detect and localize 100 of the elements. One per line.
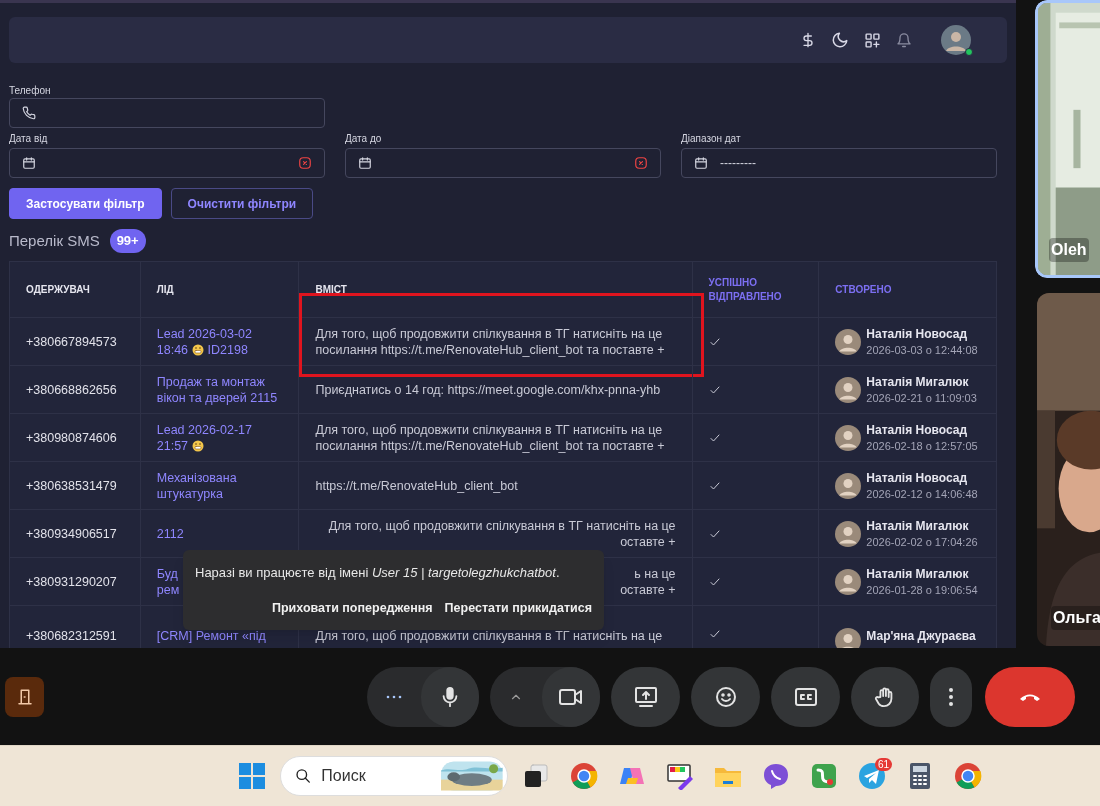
clear-filters-button[interactable]: Очистити фільтри bbox=[170, 188, 314, 219]
created-date: 2026-02-02 о 17:04:26 bbox=[866, 534, 978, 550]
message-text: ь на це оставте + bbox=[620, 565, 676, 598]
bell-icon[interactable] bbox=[896, 31, 912, 49]
lead-link[interactable]: [CRM] Ремонт «під bbox=[156, 628, 266, 644]
lead-link[interactable]: Lead 2026-02-17 21:57 bbox=[156, 421, 283, 454]
phone-number: +380931290207 bbox=[26, 573, 117, 590]
search-bar[interactable]: Поиск bbox=[280, 756, 508, 796]
camera-icon bbox=[558, 686, 584, 708]
created-date: 2026-03-03 о 12:44:08 bbox=[866, 342, 978, 358]
author-name: Наталія Новосад bbox=[866, 469, 969, 486]
avatar-icon bbox=[835, 520, 862, 547]
phone-icon bbox=[22, 106, 36, 120]
author-name: Наталія Новосад bbox=[866, 325, 969, 342]
author-name: Наталія Мигалюк bbox=[866, 565, 970, 582]
participant-name: Oleh bbox=[1049, 238, 1089, 262]
phone-number: +380668862656 bbox=[26, 381, 117, 398]
date-field[interactable] bbox=[345, 148, 661, 178]
moon-icon[interactable] bbox=[831, 31, 849, 49]
lead-link[interactable]: Механізована штукатурка bbox=[156, 469, 283, 502]
toast-message: Наразі ви працюєте від імені User 15 | targetolegzhukchatbot. bbox=[195, 564, 561, 582]
lead-link[interactable]: Lead 2026-03-02 18:46 ID2198 bbox=[156, 325, 283, 358]
raise-hand-button[interactable] bbox=[851, 667, 919, 727]
door-icon bbox=[15, 688, 34, 706]
camera-button[interactable] bbox=[542, 667, 600, 727]
notification-badge: 61 bbox=[874, 758, 892, 771]
column-header[interactable]: ВМІСТ bbox=[315, 282, 347, 297]
lead-link[interactable]: 2112 bbox=[156, 525, 184, 542]
column-header[interactable]: УСПІШНО ВІДПРАВЛЕНО bbox=[708, 275, 803, 304]
field-label: Діапазон дат bbox=[681, 132, 742, 145]
clear-icon[interactable] bbox=[298, 156, 312, 170]
telegram-button[interactable]: 61 bbox=[852, 756, 892, 796]
apply-filter-button[interactable]: Застосувати фільтр bbox=[9, 188, 162, 219]
date-range-value: --------- bbox=[720, 155, 756, 172]
route-map-icon bbox=[810, 762, 838, 790]
paint-palette-icon bbox=[666, 762, 694, 790]
participant-name: Ольга bbox=[1051, 606, 1100, 630]
author-name: Наталія Новосад bbox=[866, 421, 969, 438]
meeting-info-button[interactable] bbox=[5, 677, 44, 717]
message-text: https://t.me/RenovateHub_client_bot bbox=[315, 477, 518, 494]
lead-link[interactable]: Продаж та монтаж вікон та дверей 2115 bbox=[156, 373, 283, 406]
phone-number: +380682312591 bbox=[26, 628, 117, 644]
end-call-button[interactable] bbox=[985, 667, 1075, 727]
windows-logo-icon bbox=[238, 762, 266, 790]
lead-link[interactable]: Буд рем bbox=[156, 565, 180, 598]
message-text: Для того, щоб продовжити спілкування в ТГ натисніть на це bbox=[315, 628, 663, 644]
phone-field[interactable] bbox=[9, 98, 325, 128]
phone-number: +380667894573 bbox=[26, 333, 117, 350]
message-text: Для того, щоб продовжити спілкування в ТГ натисніть на це оставте + bbox=[328, 517, 676, 550]
captions-icon bbox=[793, 687, 818, 707]
present-button[interactable] bbox=[611, 667, 680, 727]
field-label: Дата до bbox=[345, 132, 383, 145]
count-badge: 99+ bbox=[109, 229, 146, 253]
toast-action-button[interactable]: Перестати прикидатися bbox=[444, 598, 592, 618]
column-header[interactable]: ЛІД bbox=[156, 282, 174, 297]
created-date: 2026-02-12 о 14:06:48 bbox=[866, 486, 978, 502]
avatar-icon bbox=[835, 628, 862, 648]
smiley-icon bbox=[713, 685, 738, 709]
date-range-field[interactable]: --------- bbox=[681, 148, 997, 178]
round-logo-icon bbox=[954, 762, 982, 790]
calendar-icon bbox=[694, 156, 708, 170]
created-date: 2026-01-28 о 19:06:54 bbox=[866, 582, 978, 598]
phone-number: +380934906517 bbox=[26, 525, 117, 542]
avatar-icon bbox=[835, 424, 862, 451]
avatar-icon bbox=[835, 472, 862, 499]
microphone-button[interactable] bbox=[421, 667, 479, 727]
avatar-icon bbox=[835, 328, 862, 355]
dollar-icon[interactable] bbox=[800, 31, 816, 49]
author-name: Наталія Мигалюк bbox=[866, 517, 970, 534]
vertical-dots-icon bbox=[948, 687, 954, 707]
message-text: Приєднатись о 14 год: https://meet.google.com/khx-pnna-yhb bbox=[315, 381, 661, 398]
apps-icon[interactable] bbox=[864, 31, 881, 49]
captions-button[interactable] bbox=[771, 667, 840, 727]
search-icon bbox=[295, 767, 312, 785]
author-name: Мар'яна Джураєва bbox=[866, 628, 976, 644]
phone-number: +380980874606 bbox=[26, 429, 117, 446]
user-avatar[interactable] bbox=[941, 25, 971, 55]
column-header[interactable]: ОДЕРЖУВАЧ bbox=[26, 282, 90, 297]
dots-icon bbox=[385, 694, 403, 700]
person-icon bbox=[941, 25, 971, 55]
column-header[interactable]: СТВОРЕНО bbox=[835, 282, 892, 297]
date-field[interactable] bbox=[9, 148, 325, 178]
avatar-icon bbox=[835, 376, 862, 403]
created-date: 2026-02-21 о 11:09:03 bbox=[866, 390, 977, 406]
field-label: Дата від bbox=[9, 132, 49, 145]
search-input[interactable]: Поиск bbox=[321, 764, 432, 788]
calendar-icon bbox=[358, 156, 372, 170]
created-date: 2026-02-18 о 12:57:05 bbox=[866, 438, 978, 454]
clear-icon[interactable] bbox=[634, 156, 648, 170]
field-label: Телефон bbox=[9, 84, 52, 95]
section-title: Перелік SMS bbox=[9, 230, 100, 251]
message-text: Для того, щоб продовжити спілкування в ТГ натисніть на це посилання https://t.me/RenovateHub_client_bot та поставте + bbox=[315, 325, 665, 358]
present-screen-icon bbox=[633, 686, 658, 708]
chat-bubble-icon bbox=[762, 762, 790, 790]
calendar-icon bbox=[22, 156, 36, 170]
toast-action-button[interactable]: Приховати попередження bbox=[272, 598, 433, 618]
author-name: Наталія Мигалюк bbox=[866, 373, 970, 390]
avatar-icon bbox=[835, 568, 862, 595]
reactions-button[interactable] bbox=[691, 667, 760, 727]
message-text: Для того, щоб продовжити спілкування в ТГ натисніть на це посилання https://t.me/RenovateHub_client_bot та поставте + bbox=[315, 421, 665, 454]
